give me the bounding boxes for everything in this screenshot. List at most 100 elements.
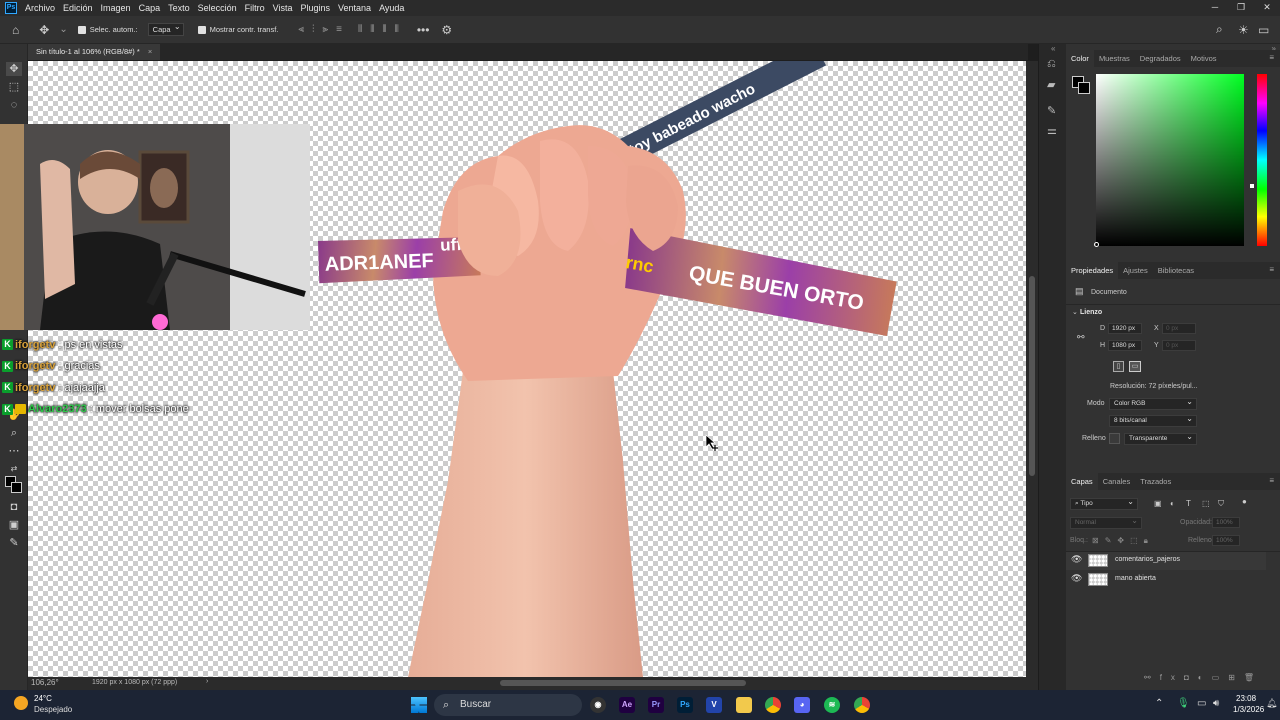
scroll-thumb[interactable] [1029,276,1035,476]
filter-smart-icon[interactable]: ⛉ [1218,499,1224,509]
chrome-icon[interactable] [765,697,781,713]
menu-imagen[interactable]: Imagen [97,3,135,13]
brush-settings-icon[interactable]: ✎ [1047,104,1056,117]
fill-opacity-field[interactable]: 100% [1212,535,1240,546]
background-color-swatch[interactable] [11,482,22,493]
network-icon[interactable]: ▭ [1197,698,1206,709]
layer-row[interactable]: 👁︎ comentarios_pajeros [1066,552,1266,570]
layer-name[interactable]: comentarios_pajeros [1115,556,1180,563]
auto-select-checkbox[interactable]: Selec. autom.: [77,25,138,34]
tab-capas[interactable]: Capas [1066,473,1098,490]
align-top-icon[interactable]: ≡ [336,24,342,35]
spotify-icon[interactable]: ≋ [824,697,840,713]
menu-filtro[interactable]: Filtro [241,3,269,13]
lasso-tool-icon[interactable]: ◌ [6,98,22,112]
panel-menu-icon[interactable]: ≡ [1269,265,1274,274]
distribute-spacing-icon[interactable]: ⫴ [395,24,399,35]
mode-dropdown[interactable]: Color RGB [1109,397,1197,410]
more-options-icon[interactable]: ••• [417,23,430,37]
filter-toggle-icon[interactable]: ● [1242,497,1247,506]
x-field[interactable]: 0 px [1162,323,1196,334]
panel-menu-icon[interactable]: ≡ [1269,476,1274,485]
move-tool-icon[interactable]: ✥ [39,23,49,37]
menu-archivo[interactable]: Archivo [21,3,59,13]
eye-icon[interactable]: 👁︎ [1071,573,1082,584]
add-mask-icon[interactable]: ◘ [1184,673,1198,682]
taskbar-search[interactable]: ⌕ Buscar [434,694,582,716]
tab-trazados[interactable]: Trazados [1135,473,1176,490]
quick-mask-icon[interactable]: ◘ [6,500,22,514]
clock-date[interactable]: 1/3/2026 [1233,705,1264,714]
menu-plugins[interactable]: Plugins [297,3,335,13]
lock-icons[interactable]: ⊠✎✥⬚🔒︎ [1092,536,1154,546]
delete-layer-icon[interactable]: 🗑︎ [1244,673,1263,682]
layer-filter-dropdown[interactable]: ⌕ Tipo [1070,497,1138,510]
weather-temp[interactable]: 24°C [34,694,52,703]
move-tool-icon[interactable]: ✥ [6,62,22,76]
zoom-level[interactable]: 106,26° [31,678,59,687]
fill-dropdown[interactable]: Transparente [1124,432,1197,445]
windows-start-icon[interactable] [411,697,427,713]
link-icon[interactable]: ⚯ [1077,332,1085,343]
distribute-center-icon[interactable]: ⫴ [370,24,374,35]
chrome-alt-icon[interactable] [854,697,870,713]
close-tab-icon[interactable]: × [148,47,152,56]
eye-icon[interactable]: 👁︎ [1071,554,1082,565]
vertical-scrollbar[interactable] [1026,61,1038,677]
search-icon[interactable]: ⌕ [1216,22,1223,37]
menu-capa[interactable]: Capa [135,3,165,13]
workspace-icon[interactable]: ▭ [1258,23,1269,37]
tab-color[interactable]: Color [1066,50,1094,67]
tab-degradados[interactable]: Degradados [1135,50,1186,67]
menu-texto[interactable]: Texto [164,3,194,13]
align-center-h-icon[interactable]: ⫶ [312,24,315,35]
file-explorer-icon[interactable] [736,697,752,713]
landscape-orientation-icon[interactable]: ▭ [1129,361,1141,372]
link-layers-icon[interactable]: ⚯ [1144,673,1160,682]
more-tools-icon[interactable]: ⋯ [6,444,22,458]
tab-motivos[interactable]: Motivos [1186,50,1222,67]
obs-icon[interactable]: ◉ [590,697,606,713]
filter-type-icon[interactable]: T [1186,499,1191,508]
home-icon[interactable]: ⌂ [12,23,19,37]
zoom-tool-icon[interactable]: ⌕ [6,426,22,440]
screen-mode-icon[interactable]: ▣ [6,518,22,532]
width-field[interactable]: 1920 px [1108,323,1142,334]
after-effects-icon[interactable]: Ae [619,697,635,713]
adjustment-layer-icon[interactable]: ◐ [1198,673,1212,682]
adjustments-icon[interactable]: ⚌ [1047,124,1057,137]
photoshop-icon[interactable]: Ps [677,697,693,713]
align-left-icon[interactable]: ⫷ [298,24,304,35]
collapse-panels-icon[interactable]: « [1051,44,1055,53]
layer-name[interactable]: mano abierta [1115,575,1156,582]
vegas-icon[interactable]: V [706,697,722,713]
portrait-orientation-icon[interactable]: ▯ [1113,361,1124,372]
panel-menu-icon[interactable]: ≡ [1269,53,1274,62]
menu-ventana[interactable]: Ventana [334,3,375,13]
new-group-icon[interactable]: ▭ [1212,673,1229,682]
menu-seleccion[interactable]: Selección [194,3,241,13]
tab-bibliotecas[interactable]: Bibliotecas [1153,262,1199,279]
history-icon[interactable]: ⎌ [1047,58,1056,71]
show-transform-checkbox[interactable]: Mostrar contr. transf. [197,25,278,34]
volume-icon[interactable]: 🔊︎ [1213,698,1219,709]
close-icon[interactable]: ✕ [1254,0,1280,16]
weather-icon[interactable] [14,696,28,710]
y-field[interactable]: 0 px [1162,340,1196,351]
height-field[interactable]: 1080 px [1108,340,1142,351]
restore-icon[interactable]: ❐ [1228,0,1254,16]
status-arrow-icon[interactable]: › [206,678,208,685]
comments-icon[interactable]: ▰ [1047,78,1055,91]
chevron-down-icon[interactable]: ⌄ [59,24,67,35]
horizontal-scroll-thumb[interactable] [500,680,746,686]
auto-select-dropdown[interactable]: Capa [147,22,184,36]
fx-icon[interactable]: fx [1160,673,1184,682]
opacity-field[interactable]: 100% [1212,517,1240,528]
menu-ayuda[interactable]: Ayuda [375,3,408,13]
menu-edicion[interactable]: Edición [59,3,97,13]
new-layer-icon[interactable]: ⊞ [1228,673,1244,682]
swap-colors-icon[interactable]: ⇄ [6,462,22,476]
discord-icon[interactable]: ◕ [794,697,810,713]
microphone-icon[interactable]: 🎙︎ [1177,698,1190,709]
marquee-tool-icon[interactable]: ⬚ [6,80,22,94]
